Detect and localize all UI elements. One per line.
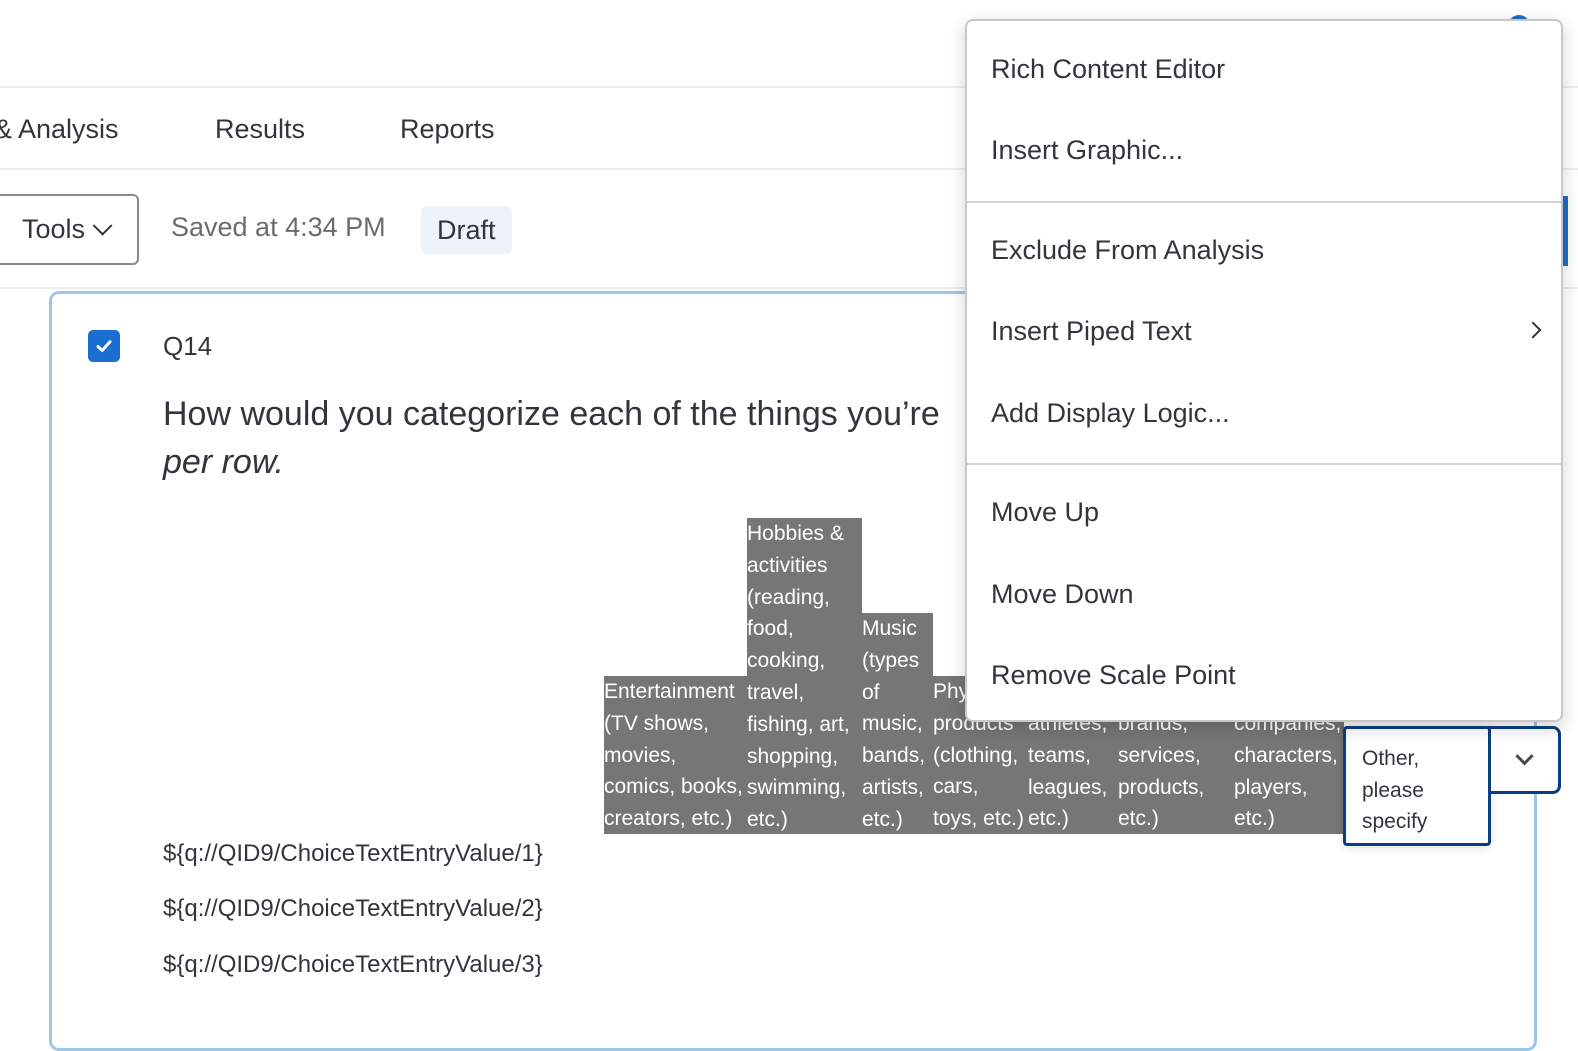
scale-point-context-menu: Rich Content Editor Insert Graphic... Ex… [965, 19, 1563, 722]
saved-status: Saved at 4:34 PM [171, 212, 386, 242]
tab-reports[interactable]: Reports [400, 114, 495, 145]
row-label[interactable]: ${q://QID9/ChoiceTextEntryValue/2} [163, 895, 543, 923]
tab-results[interactable]: Results [215, 114, 305, 145]
tools-button[interactable]: Tools [0, 194, 139, 265]
column-header-characters[interactable]: companies, characters, players, etc.) [1234, 708, 1344, 834]
menu-item-move-down[interactable]: Move Down [967, 554, 1561, 634]
menu-item-exclude-from-analysis[interactable]: Exclude From Analysis [967, 210, 1561, 290]
question-text-main: How would you categorize each of the thi… [163, 395, 940, 433]
menu-item-insert-piped-text[interactable]: Insert Piped Text [967, 291, 1561, 371]
menu-item-add-display-logic[interactable]: Add Display Logic... [967, 373, 1561, 453]
column-header-entertainment[interactable]: Entertainment (TV shows, movies, comics,… [604, 676, 747, 834]
tools-label: Tools [22, 214, 86, 244]
menu-item-rich-content-editor[interactable]: Rich Content Editor [967, 29, 1561, 109]
menu-item-label: Insert Piped Text [991, 316, 1192, 346]
column-header-music[interactable]: Music (types of music, bands, artists, e… [862, 613, 933, 834]
menu-item-insert-graphic[interactable]: Insert Graphic... [967, 110, 1561, 190]
row-label[interactable]: ${q://QID9/ChoiceTextEntryValue/3} [163, 951, 543, 979]
column-header-brands[interactable]: brands, services, products, etc.) [1118, 708, 1234, 834]
chevron-down-icon [92, 215, 113, 236]
question-select-checkbox[interactable] [88, 330, 120, 362]
menu-divider [967, 201, 1561, 203]
column-header-hobbies[interactable]: Hobbies & activities (reading, food, coo… [747, 518, 862, 834]
tab-data-analysis[interactable]: & Analysis [0, 114, 119, 145]
chevron-down-icon [1515, 746, 1534, 765]
checkmark-icon [96, 340, 112, 352]
row-label[interactable]: ${q://QID9/ChoiceTextEntryValue/1} [163, 840, 543, 868]
menu-item-move-up[interactable]: Move Up [967, 472, 1561, 552]
draft-badge: Draft [421, 206, 512, 254]
column-header-sports[interactable]: athletes, teams, leagues, etc.) [1028, 708, 1118, 834]
other-specify-editor[interactable]: Other, please specify [1343, 726, 1491, 846]
menu-divider [967, 463, 1561, 465]
scale-point-options-button[interactable] [1488, 726, 1561, 794]
question-id: Q14 [163, 331, 213, 361]
chevron-right-icon [1524, 321, 1542, 339]
menu-item-remove-scale-point[interactable]: Remove Scale Point [967, 635, 1561, 715]
question-text-italic: per row. [163, 443, 284, 481]
